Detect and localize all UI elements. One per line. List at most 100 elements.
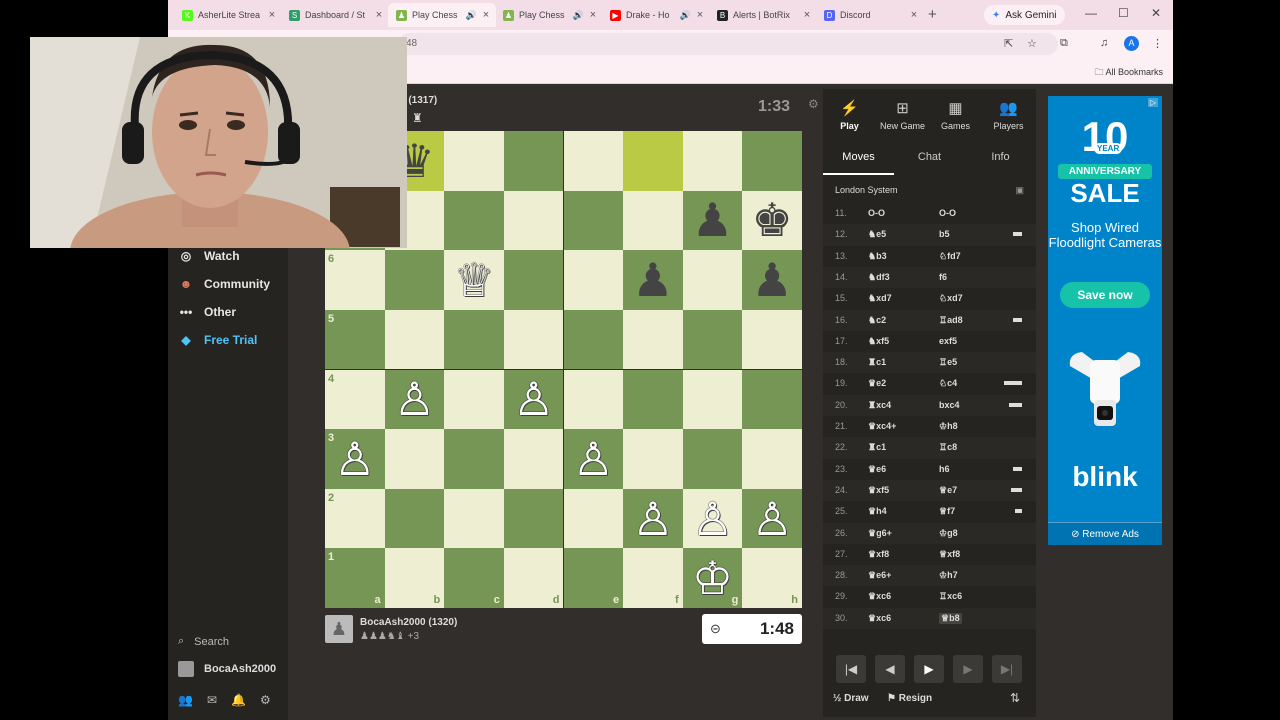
first-move-button[interactable]: |◀ (836, 655, 866, 683)
white-pawn-icon[interactable]: ♙ (564, 429, 624, 489)
square-b2[interactable] (384, 488, 445, 549)
tab-close-icon[interactable]: × (587, 9, 599, 21)
black-pawn-icon[interactable]: ♟ (623, 250, 683, 310)
speaker-icon[interactable]: 🔊 (680, 10, 691, 21)
square-b1[interactable]: b (384, 548, 445, 608)
browser-tab[interactable]: ▶ Drake - Ho 🔊 × (602, 3, 710, 27)
browser-tab[interactable]: ♟ Play Chess 🔊 × (495, 3, 603, 27)
white-move[interactable]: ♞xd7 (868, 293, 892, 304)
square-e4[interactable] (563, 369, 624, 430)
white-move[interactable]: ♛xc4+ (868, 421, 896, 432)
square-b5[interactable] (384, 309, 445, 370)
tab-close-icon[interactable]: × (694, 9, 706, 21)
remove-ads-button[interactable]: ⊘ Remove Ads (1048, 522, 1162, 545)
square-h3[interactable] (742, 429, 802, 489)
white-move[interactable]: ♞b3 (868, 251, 887, 262)
resign-button[interactable]: ⚑ Resign (887, 693, 932, 704)
square-h5[interactable] (742, 309, 802, 370)
white-move[interactable]: ♞e5 (868, 229, 886, 240)
subtab-info[interactable]: Info (965, 151, 1036, 173)
sidebar-user[interactable]: BocaAsh2000 (178, 661, 276, 677)
square-c7[interactable] (444, 190, 504, 251)
black-king-icon[interactable]: ♚ (742, 191, 802, 251)
messages-icon[interactable]: ✉ (207, 693, 217, 707)
bookmark-star-icon[interactable]: ☆ (1027, 37, 1037, 50)
settings-gear-icon[interactable]: ⚙ (260, 693, 271, 707)
white-move[interactable]: ♞xf5 (868, 336, 889, 347)
white-move[interactable]: ♜c1 (868, 442, 886, 453)
white-pawn-icon[interactable]: ♙ (385, 370, 445, 430)
square-g6[interactable] (682, 250, 743, 310)
white-pawn-icon[interactable]: ♙ (742, 489, 802, 549)
draw-button[interactable]: ½ Draw (833, 693, 869, 704)
black-move[interactable]: ♔h8 (939, 421, 958, 432)
advertisement[interactable]: ▷ 10 YEAR ANNIVERSARY SALE Shop Wired Fl… (1048, 96, 1162, 545)
square-g3[interactable] (682, 429, 743, 489)
black-move[interactable]: ♕xf8 (939, 549, 960, 560)
tab-play[interactable]: ⚡ Play (823, 99, 876, 131)
square-c8[interactable] (444, 131, 504, 191)
white-move[interactable]: ♜xc4 (868, 400, 891, 411)
white-pawn-icon[interactable]: ♙ (504, 370, 564, 430)
white-move[interactable]: ♛h4 (868, 506, 887, 517)
square-a5[interactable]: 5 (325, 309, 385, 370)
black-move[interactable]: ♘fd7 (939, 251, 961, 262)
black-move[interactable]: bxc4 (939, 400, 960, 410)
black-move[interactable]: f6 (939, 272, 947, 282)
white-move[interactable]: ♞df3 (868, 272, 890, 283)
friends-icon[interactable]: 👥 (178, 693, 193, 707)
square-c5[interactable] (444, 309, 504, 370)
profile-avatar[interactable]: A (1124, 36, 1139, 51)
tab-new-game[interactable]: ⊞ New Game (876, 99, 929, 131)
media-icon[interactable]: ♫ (1100, 37, 1108, 49)
white-move[interactable]: O-O (868, 208, 885, 218)
square-g4[interactable] (682, 369, 743, 430)
white-move[interactable]: ♜c1 (868, 357, 886, 368)
square-f3[interactable] (623, 429, 683, 489)
notifications-icon[interactable]: 🔔 (231, 693, 246, 707)
white-queen-icon[interactable]: ♕ (444, 250, 504, 310)
tab-close-icon[interactable]: × (266, 9, 278, 21)
black-move[interactable]: ♘c4 (939, 378, 957, 389)
black-move[interactable]: ♕e7 (939, 485, 957, 496)
square-e1[interactable]: e (563, 548, 624, 608)
square-h4[interactable] (742, 369, 802, 430)
white-king-icon[interactable]: ♔ (683, 548, 743, 608)
browser-tab[interactable]: S Dashboard / St × (281, 3, 389, 27)
black-move[interactable]: ♔g8 (939, 528, 958, 539)
sidebar-item-community[interactable]: ☻ Community (178, 274, 270, 294)
white-pawn-icon[interactable]: ♙ (683, 489, 743, 549)
black-move[interactable]: O-O (939, 208, 956, 218)
last-move-button[interactable]: ▶| (992, 655, 1022, 683)
square-e5[interactable] (563, 309, 624, 370)
square-c4[interactable] (444, 369, 504, 430)
square-g8[interactable] (682, 131, 743, 191)
browser-tab[interactable]: D Discord × (816, 3, 924, 27)
speaker-icon[interactable]: 🔊 (573, 10, 584, 21)
board-settings-gear-icon[interactable]: ⚙ (808, 97, 819, 111)
square-e2[interactable] (563, 488, 624, 549)
browser-tab[interactable]: B Alerts | BotRix × (709, 3, 817, 27)
subtab-chat[interactable]: Chat (894, 151, 965, 173)
tab-players[interactable]: 👥 Players (982, 99, 1035, 131)
maximize-icon[interactable]: ☐ (1118, 6, 1129, 20)
square-e8[interactable] (563, 131, 624, 191)
tab-games[interactable]: ▦ Games (929, 99, 982, 131)
black-move[interactable]: ♖ad8 (939, 315, 963, 326)
next-move-button[interactable]: ▶ (953, 655, 983, 683)
square-b6[interactable] (384, 250, 445, 310)
square-a6[interactable]: 6 (325, 250, 385, 310)
cast-icon[interactable]: ⇱ (1004, 37, 1013, 50)
white-move[interactable]: ♛g6+ (868, 528, 892, 539)
white-move[interactable]: ♛e6 (868, 464, 886, 475)
close-window-icon[interactable]: ✕ (1151, 6, 1161, 20)
move-list[interactable]: 11. O-O O-O 12. ♞e5 b5 13. ♞b3 ♘fd7 14. ♞df3 f6 15. ♞… (823, 203, 1036, 635)
tab-close-icon[interactable]: × (908, 9, 920, 21)
square-g5[interactable] (682, 309, 743, 370)
square-e6[interactable] (563, 250, 624, 310)
black-move[interactable]: h6 (939, 464, 950, 474)
square-f5[interactable] (623, 309, 683, 370)
white-pawn-icon[interactable]: ♙ (325, 429, 385, 489)
black-move[interactable]: ♘xd7 (939, 293, 963, 304)
black-move[interactable]: ♕b8 (939, 612, 962, 624)
